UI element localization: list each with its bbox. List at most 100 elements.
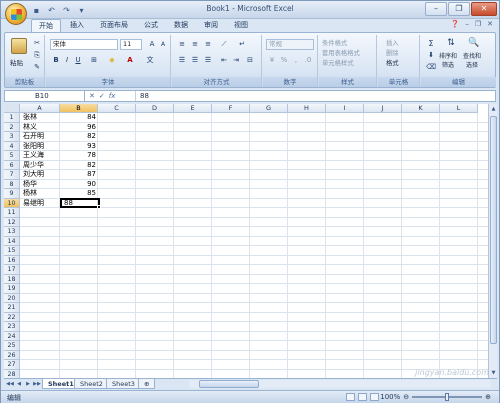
fill-color-icon[interactable]: ◈ — [106, 55, 118, 66]
column-header-f[interactable]: F — [212, 104, 250, 113]
zoom-out-icon[interactable]: ⊖ — [403, 393, 409, 401]
cell-score[interactable]: 90 — [61, 180, 98, 189]
cell-styles-button[interactable]: 单元格样式 — [322, 58, 353, 67]
percent-button[interactable]: % — [278, 55, 290, 66]
column-header-e[interactable]: E — [174, 104, 212, 113]
cancel-icon[interactable]: ✕ — [89, 91, 95, 101]
help-icon[interactable]: ❓ — [451, 20, 460, 28]
cell-score[interactable]: 93 — [61, 142, 98, 151]
scroll-down-icon[interactable]: ▼ — [490, 369, 497, 377]
underline-button[interactable]: U — [72, 55, 84, 66]
normal-view-icon[interactable] — [346, 393, 355, 401]
delete-cells-button[interactable]: 删除 — [386, 48, 399, 57]
cell-score[interactable]: 84 — [61, 113, 98, 122]
select-all-corner[interactable] — [4, 104, 20, 113]
format-painter-icon[interactable]: ✎ — [31, 62, 43, 73]
horizontal-scrollbar[interactable] — [189, 380, 491, 388]
row-header[interactable]: 25 — [4, 341, 20, 351]
cell-name[interactable]: 林义 — [23, 123, 61, 132]
row-header[interactable]: 9 — [4, 189, 20, 199]
row-header[interactable]: 12 — [4, 217, 20, 227]
row-header[interactable]: 8 — [4, 179, 20, 189]
conditional-format-button[interactable]: 条件格式 — [322, 38, 347, 47]
phonetic-icon[interactable]: 文 — [144, 55, 156, 66]
restore-icon[interactable]: ❐ — [448, 2, 470, 16]
fill-icon[interactable]: ⬇ — [425, 50, 437, 61]
align-middle-icon[interactable]: ≡ — [189, 39, 201, 50]
name-box[interactable]: B10 — [5, 91, 85, 101]
ribbon-close-icon[interactable]: ✕ — [487, 20, 493, 28]
row-header[interactable]: 21 — [4, 303, 20, 313]
row-header[interactable]: 10 — [4, 198, 20, 208]
decimal-icon[interactable]: .0 — [302, 55, 314, 66]
vertical-scrollbar[interactable]: ▲ ▼ — [488, 104, 497, 378]
decrease-indent-icon[interactable]: ⇤ — [218, 55, 230, 66]
row-header[interactable]: 24 — [4, 331, 20, 341]
cell-score[interactable]: 96 — [61, 123, 98, 132]
zoom-slider[interactable] — [412, 393, 483, 401]
cell-name[interactable]: 王义海 — [23, 151, 61, 160]
row-header[interactable]: 14 — [4, 236, 20, 246]
sort-filter-button[interactable]: 排序和 筛选 — [439, 51, 457, 69]
cell-name[interactable]: 张林 — [23, 113, 61, 122]
cell-name[interactable]: 刘大明 — [23, 170, 61, 179]
cell-name[interactable]: 石开明 — [23, 132, 61, 141]
zoom-in-icon[interactable]: ⊕ — [485, 393, 491, 401]
row-header[interactable]: 28 — [4, 369, 20, 378]
currency-icon[interactable]: ¥ — [266, 55, 278, 66]
tab-data[interactable]: 数据 — [167, 19, 195, 33]
row-header[interactable]: 22 — [4, 312, 20, 322]
first-sheet-icon[interactable]: ◀◀ — [6, 380, 14, 388]
find-select-button[interactable]: 查找和 选择 — [463, 51, 481, 69]
fill-handle[interactable] — [97, 204, 101, 209]
number-format-select[interactable]: 常规 — [266, 39, 314, 50]
tab-home[interactable]: 开始 — [31, 19, 61, 33]
cell-name[interactable]: 易继明 — [23, 199, 61, 208]
page-layout-view-icon[interactable] — [358, 393, 367, 401]
prev-sheet-icon[interactable]: ◀ — [15, 380, 23, 388]
row-header[interactable]: 26 — [4, 350, 20, 360]
row-header[interactable]: 5 — [4, 151, 20, 161]
column-header-h[interactable]: H — [288, 104, 326, 113]
row-header[interactable]: 18 — [4, 274, 20, 284]
paste-icon[interactable] — [11, 38, 27, 54]
horizontal-scroll-thumb[interactable] — [199, 380, 259, 388]
close-icon[interactable]: ✕ — [471, 2, 497, 16]
row-header[interactable]: 3 — [4, 132, 20, 142]
align-right-icon[interactable]: ☰ — [202, 55, 214, 66]
align-left-icon[interactable]: ☰ — [176, 55, 188, 66]
row-header[interactable]: 7 — [4, 170, 20, 180]
tab-page-layout[interactable]: 页面布局 — [93, 19, 135, 33]
column-header-i[interactable]: I — [326, 104, 364, 113]
insert-sheet-icon[interactable]: ⊕ — [138, 379, 156, 389]
row-header[interactable]: 20 — [4, 293, 20, 303]
font-name-select[interactable]: 宋体 — [50, 39, 118, 50]
cell-score[interactable]: 87 — [61, 170, 98, 179]
increase-indent-icon[interactable]: ⇥ — [230, 55, 242, 66]
copy-icon[interactable]: ⎘ — [31, 50, 43, 61]
formula-input[interactable]: 88 — [135, 91, 149, 101]
column-header-k[interactable]: K — [402, 104, 440, 113]
comma-button[interactable]: , — [290, 55, 302, 66]
column-header-l[interactable]: L — [440, 104, 478, 113]
sheet-tab-sheet3[interactable]: Sheet3 — [106, 379, 141, 389]
cell-score[interactable]: 82 — [61, 161, 98, 170]
tab-formulas[interactable]: 公式 — [137, 19, 165, 33]
align-bottom-icon[interactable]: ≡ — [202, 39, 214, 50]
autosum-icon[interactable]: Σ — [425, 38, 437, 49]
row-header[interactable]: 19 — [4, 284, 20, 294]
vertical-scroll-thumb[interactable] — [490, 116, 497, 344]
format-cells-button[interactable]: 格式 — [386, 58, 399, 67]
cut-icon[interactable]: ✂ — [31, 38, 43, 49]
row-header[interactable]: 16 — [4, 255, 20, 265]
tab-review[interactable]: 审阅 — [197, 19, 225, 33]
row-header[interactable]: 15 — [4, 246, 20, 256]
row-header[interactable]: 4 — [4, 141, 20, 151]
tab-view[interactable]: 视图 — [227, 19, 255, 33]
office-button[interactable] — [5, 3, 27, 25]
align-center-icon[interactable]: ☰ — [189, 55, 201, 66]
next-sheet-icon[interactable]: ▶ — [24, 380, 32, 388]
cell-name[interactable]: 杨华 — [23, 180, 61, 189]
format-as-table-button[interactable]: 套用表格格式 — [322, 48, 360, 57]
font-color-icon[interactable]: A — [124, 55, 136, 66]
